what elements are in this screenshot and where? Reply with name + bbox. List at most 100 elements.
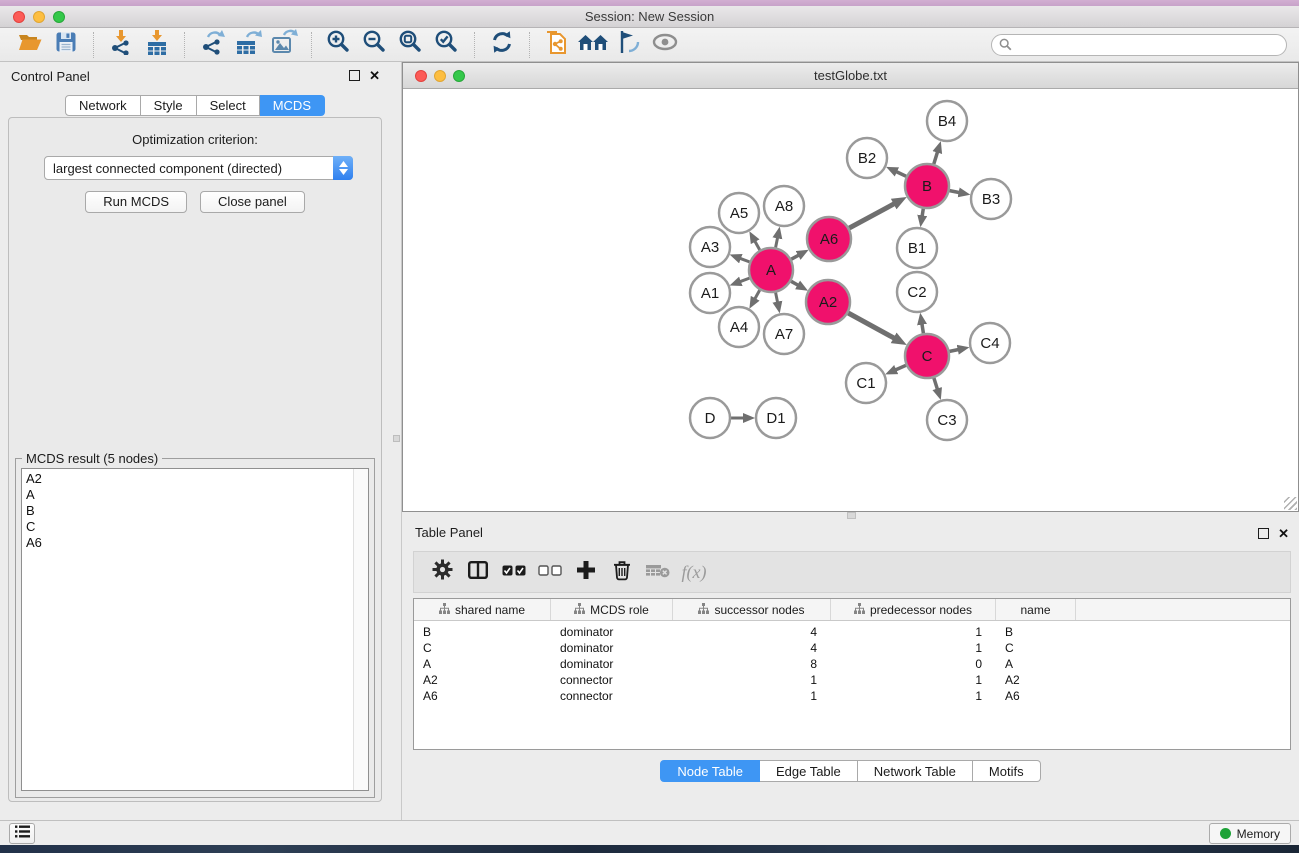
table-row[interactable]: Cdominator41C [414, 640, 1290, 656]
graph-node-C1[interactable]: C1 [846, 363, 886, 403]
fx-icon: f(x) [682, 562, 707, 583]
tab-mcds[interactable]: MCDS [260, 95, 325, 116]
float-panel-button[interactable] [349, 70, 360, 81]
graph-node-A5[interactable]: A5 [719, 193, 759, 233]
namespace-icon [574, 603, 585, 617]
clone-network-button[interactable] [542, 31, 572, 59]
graph-node-A4[interactable]: A4 [719, 307, 759, 347]
task-history-button[interactable] [9, 823, 35, 844]
import-table-button[interactable] [142, 31, 172, 59]
graph-node-A2[interactable]: A2 [806, 280, 850, 324]
export-image-button[interactable] [269, 31, 299, 59]
table-row[interactable]: Adominator80A [414, 656, 1290, 672]
graph-node-A8[interactable]: A8 [764, 186, 804, 226]
gear-icon [432, 559, 453, 585]
tab-edge-table[interactable]: Edge Table [760, 760, 858, 782]
splitter-handle[interactable] [847, 512, 856, 519]
result-item[interactable]: B [26, 503, 350, 519]
open-session-button[interactable] [15, 31, 45, 59]
result-item[interactable]: A6 [26, 535, 350, 551]
zoom-in-button[interactable] [324, 31, 354, 59]
graph-node-A7[interactable]: A7 [764, 314, 804, 354]
table-settings-button[interactable] [424, 557, 460, 587]
graph-node-B4[interactable]: B4 [927, 101, 967, 141]
graph-node-D[interactable]: D [690, 398, 730, 438]
table-panel-title: Table Panel [415, 525, 483, 540]
export-network-button[interactable] [197, 31, 227, 59]
function-builder-button[interactable]: f(x) [676, 557, 712, 587]
close-panel-button-mcds[interactable]: Close panel [200, 191, 305, 213]
resize-grip-icon[interactable] [1284, 497, 1297, 510]
mcds-result-listbox[interactable]: A2ABCA6 [21, 468, 369, 791]
column-header-name[interactable]: name [996, 599, 1076, 620]
deselect-all-button[interactable] [532, 557, 568, 587]
graph-node-B2[interactable]: B2 [847, 138, 887, 178]
graph-node-B3[interactable]: B3 [971, 179, 1011, 219]
splitter-handle[interactable] [393, 435, 400, 442]
tab-style[interactable]: Style [141, 95, 197, 116]
result-item[interactable]: A [26, 487, 350, 503]
delete-table-button[interactable] [640, 557, 676, 587]
horizontal-splitter[interactable] [402, 512, 1299, 520]
add-column-button[interactable] [568, 557, 604, 587]
graph-node-A1[interactable]: A1 [690, 273, 730, 313]
vertical-splitter[interactable] [390, 62, 402, 820]
delete-column-button[interactable] [604, 557, 640, 587]
toolbar-separator [311, 32, 312, 58]
import-network-button[interactable] [106, 31, 136, 59]
save-session-button[interactable] [51, 31, 81, 59]
run-mcds-button[interactable]: Run MCDS [85, 191, 187, 213]
graph-node-C3[interactable]: C3 [927, 400, 967, 440]
graph-node-D1[interactable]: D1 [756, 398, 796, 438]
tab-network-table[interactable]: Network Table [858, 760, 973, 782]
result-item[interactable]: A2 [26, 471, 350, 487]
graph-node-C[interactable]: C [905, 334, 949, 378]
network-window-titlebar[interactable]: testGlobe.txt [403, 63, 1298, 89]
float-table-panel-button[interactable] [1258, 528, 1269, 539]
show-graphics-details-button[interactable] [650, 31, 680, 59]
tab-select[interactable]: Select [197, 95, 260, 116]
zoom-fit-button[interactable] [396, 31, 426, 59]
columns-icon [468, 561, 488, 584]
export-table-button[interactable] [233, 31, 263, 59]
graph-node-C4[interactable]: C4 [970, 323, 1010, 363]
table-row[interactable]: A6connector11A6 [414, 688, 1290, 704]
close-table-panel-button[interactable]: ✕ [1278, 528, 1289, 539]
result-scrollbar[interactable] [353, 469, 368, 790]
graph-node-C2[interactable]: C2 [897, 272, 937, 312]
column-header-successor-nodes[interactable]: successor nodes [673, 599, 831, 620]
column-selector-button[interactable] [460, 557, 496, 587]
column-header-predecessor-nodes[interactable]: predecessor nodes [831, 599, 996, 620]
zoom-in-icon [326, 29, 352, 60]
search-input[interactable] [991, 34, 1287, 56]
graph-node-A3[interactable]: A3 [690, 227, 730, 267]
graph-node-A[interactable]: A [749, 248, 793, 292]
select-all-button[interactable] [496, 557, 532, 587]
criterion-dropdown[interactable]: largest connected component (directed) [44, 156, 353, 180]
node-table-body: Bdominator41BCdominator41CAdominator80AA… [414, 621, 1290, 704]
zoom-selected-button[interactable] [432, 31, 462, 59]
graph-node-B1[interactable]: B1 [897, 228, 937, 268]
close-panel-button[interactable]: ✕ [369, 70, 380, 81]
zoom-out-button[interactable] [360, 31, 390, 59]
column-header-shared-name[interactable]: shared name [414, 599, 551, 620]
graph-node-B[interactable]: B [905, 164, 949, 208]
table-row[interactable]: A2connector11A2 [414, 672, 1290, 688]
result-item[interactable]: C [26, 519, 350, 535]
control-panel-header: Control Panel ✕ [0, 62, 390, 92]
tab-motifs[interactable]: Motifs [973, 760, 1041, 782]
column-header-mcds-role[interactable]: MCDS role [551, 599, 673, 620]
memory-button[interactable]: Memory [1209, 823, 1291, 844]
window-titlebar[interactable]: Session: New Session [0, 6, 1299, 28]
window-title: Session: New Session [0, 6, 1299, 28]
table-row[interactable]: Bdominator41B [414, 624, 1290, 640]
refresh-button[interactable] [487, 31, 517, 59]
network-canvas[interactable]: B4 B2 B B3 A5A8A6 A3 B1 A A1 C2 A2 A4A7 C C4 C1 C3 D D1 [403, 89, 1298, 511]
tab-network[interactable]: Network [65, 95, 141, 116]
tab-node-table[interactable]: Node Table [660, 760, 760, 782]
hide-graphics-details-button[interactable] [614, 31, 644, 59]
desktop: Session: New Session [0, 0, 1299, 853]
first-neighbors-button[interactable] [578, 31, 608, 59]
svg-text:C1: C1 [856, 375, 875, 392]
graph-node-A6[interactable]: A6 [807, 217, 851, 261]
